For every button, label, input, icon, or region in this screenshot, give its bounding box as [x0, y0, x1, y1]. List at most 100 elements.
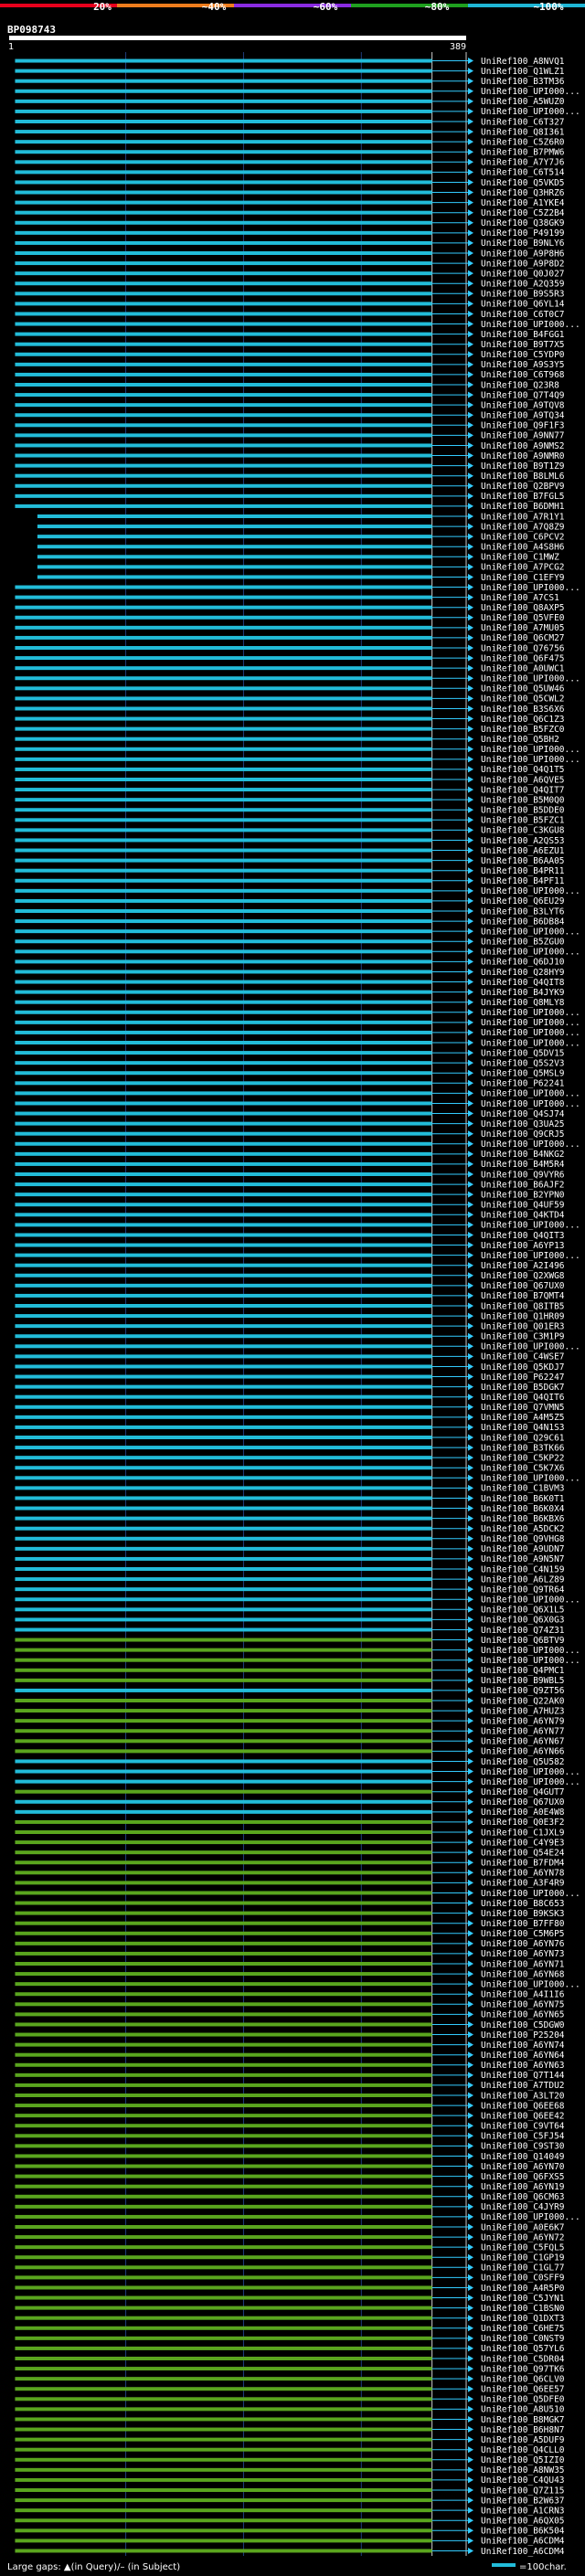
hit-label[interactable]: UniRef100_UPI000... — [481, 1018, 580, 1028]
hit-bar[interactable] — [15, 970, 432, 974]
hit-label[interactable]: UniRef100_A9P8H6 — [481, 249, 565, 259]
hit-bar[interactable] — [15, 778, 432, 781]
hit-bar[interactable] — [15, 1213, 432, 1217]
hit-label[interactable]: UniRef100_UPI000... — [481, 1595, 580, 1606]
hit-bar[interactable] — [15, 493, 432, 498]
hit-label[interactable]: UniRef100_Q9VHG8 — [481, 1534, 565, 1544]
hit-bar[interactable] — [15, 58, 432, 63]
hit-label[interactable]: UniRef100_B5DDE0 — [481, 806, 565, 816]
hit-label[interactable]: UniRef100_A6YN68 — [481, 1969, 565, 1979]
hit-label[interactable]: UniRef100_Q3UA25 — [481, 1119, 565, 1129]
hit-label[interactable]: UniRef100_Q23R8 — [481, 380, 559, 390]
hit-bar[interactable] — [15, 2306, 432, 2310]
hit-bar[interactable] — [15, 1324, 432, 1329]
hit-label[interactable]: UniRef100_UPI000... — [481, 1889, 580, 1899]
hit-label[interactable]: UniRef100_B8C653 — [481, 1899, 565, 1909]
hit-bar[interactable] — [15, 1253, 432, 1257]
hit-label[interactable]: UniRef100_B9S5R3 — [481, 290, 565, 300]
hit-label[interactable]: UniRef100_B5DGK7 — [481, 1383, 565, 1393]
hit-label[interactable]: UniRef100_Q5CWL2 — [481, 694, 565, 705]
hit-bar[interactable] — [15, 1476, 432, 1480]
hit-label[interactable]: UniRef100_UPI000... — [481, 1474, 580, 1484]
hit-bar[interactable] — [15, 635, 432, 640]
hit-bar[interactable] — [15, 2387, 432, 2391]
hit-label[interactable]: UniRef100_Q4KTD4 — [481, 1211, 565, 1221]
hit-label[interactable]: UniRef100_Q4QIT3 — [481, 1231, 565, 1241]
hit-label[interactable]: UniRef100_C5M6P5 — [481, 1929, 565, 1939]
hit-label[interactable]: UniRef100_Q4SJ74 — [481, 1109, 565, 1119]
hit-bar[interactable] — [15, 322, 432, 326]
hit-bar[interactable] — [15, 130, 432, 134]
hit-bar[interactable] — [15, 1304, 432, 1308]
hit-bar[interactable] — [15, 140, 432, 144]
hit-label[interactable]: UniRef100_C9VT64 — [481, 2122, 565, 2132]
hit-label[interactable]: UniRef100_UPI000... — [481, 1089, 580, 1099]
hit-label[interactable]: UniRef100_C4Y9E3 — [481, 1838, 565, 1848]
hit-bar[interactable] — [15, 2204, 432, 2209]
hit-label[interactable]: UniRef100_Q38GK9 — [481, 218, 565, 228]
hit-bar[interactable] — [15, 2357, 432, 2360]
hit-label[interactable]: UniRef100_A3LT20 — [481, 2091, 565, 2101]
hit-label[interactable]: UniRef100_A6YP13 — [481, 1241, 565, 1251]
hit-bar[interactable] — [15, 1617, 432, 1622]
hit-bar[interactable] — [15, 1709, 432, 1713]
hit-label[interactable]: UniRef100_UPI000... — [481, 1221, 580, 1231]
hit-bar[interactable] — [15, 1161, 432, 1166]
hit-label[interactable]: UniRef100_P62247 — [481, 1373, 565, 1383]
hit-label[interactable]: UniRef100_Q28HY9 — [481, 968, 565, 978]
hit-bar[interactable] — [15, 1293, 432, 1298]
hit-label[interactable]: UniRef100_B7FDM4 — [481, 1859, 565, 1869]
hit-label[interactable]: UniRef100_UPI000... — [481, 1342, 580, 1352]
hit-label[interactable]: UniRef100_B9KSK3 — [481, 1909, 565, 1919]
hit-bar[interactable] — [15, 2549, 432, 2553]
hit-bar[interactable] — [15, 2072, 432, 2077]
hit-bar[interactable] — [15, 383, 432, 387]
hit-bar[interactable] — [15, 888, 432, 893]
hit-bar[interactable] — [15, 2225, 432, 2229]
hit-bar[interactable] — [15, 1263, 432, 1267]
hit-label[interactable]: UniRef100_Q9CRJ5 — [481, 1129, 565, 1140]
hit-label[interactable]: UniRef100_A2QS53 — [481, 836, 565, 846]
hit-bar[interactable] — [15, 1010, 432, 1014]
hit-bar[interactable] — [15, 1314, 432, 1319]
hit-label[interactable]: UniRef100_Q67UX0 — [481, 1281, 565, 1291]
hit-bar[interactable] — [15, 757, 432, 761]
hit-label[interactable]: UniRef100_Q9ZT56 — [481, 1686, 565, 1696]
hit-bar[interactable] — [15, 898, 432, 903]
hit-bar[interactable] — [37, 514, 432, 518]
hit-label[interactable]: UniRef100_C4WSE7 — [481, 1352, 565, 1362]
hit-label[interactable]: UniRef100_B4PR11 — [481, 866, 565, 876]
hit-bar[interactable] — [15, 483, 432, 488]
hit-bar[interactable] — [15, 625, 432, 630]
hit-bar[interactable] — [15, 1436, 432, 1439]
hit-label[interactable]: UniRef100_B6AJF2 — [481, 1180, 565, 1190]
hit-bar[interactable] — [15, 1840, 432, 1845]
hit-label[interactable]: UniRef100_A6YN72 — [481, 2232, 565, 2242]
hit-bar[interactable] — [15, 1425, 432, 1429]
hit-bar[interactable] — [15, 2012, 432, 2017]
hit-bar[interactable] — [15, 1789, 432, 1794]
hit-label[interactable]: UniRef100_Q9TR64 — [481, 1585, 565, 1595]
hit-bar[interactable] — [15, 473, 432, 478]
hit-label[interactable]: UniRef100_B7FF80 — [481, 1919, 565, 1929]
hit-bar[interactable] — [15, 1749, 432, 1754]
hit-bar[interactable] — [15, 463, 432, 468]
hit-label[interactable]: UniRef100_C5FJ54 — [481, 2132, 565, 2142]
hit-label[interactable]: UniRef100_B6K504 — [481, 2527, 565, 2537]
hit-label[interactable]: UniRef100_C5JYN1 — [481, 2294, 565, 2304]
hit-label[interactable]: UniRef100_A6YN75 — [481, 2000, 565, 2010]
hit-label[interactable]: UniRef100_A4R5P0 — [481, 2284, 565, 2294]
hit-bar[interactable] — [15, 1830, 432, 1834]
hit-label[interactable]: UniRef100_C6T327 — [481, 117, 565, 127]
hit-label[interactable]: UniRef100_B3LYT6 — [481, 906, 565, 917]
hit-label[interactable]: UniRef100_Q54E24 — [481, 1848, 565, 1858]
hit-bar[interactable] — [15, 1111, 432, 1116]
hit-label[interactable]: UniRef100_Q5MSL9 — [481, 1069, 565, 1079]
hit-bar[interactable] — [15, 1354, 432, 1359]
hit-label[interactable]: UniRef100_B3TM36 — [481, 77, 565, 87]
hit-label[interactable]: UniRef100_A4S8H6 — [481, 543, 565, 553]
hit-bar[interactable] — [15, 210, 432, 215]
hit-label[interactable]: UniRef100_Q4QIT6 — [481, 1393, 565, 1403]
hit-bar[interactable] — [15, 1486, 432, 1490]
hit-label[interactable]: UniRef100_Q4QIT8 — [481, 978, 565, 988]
